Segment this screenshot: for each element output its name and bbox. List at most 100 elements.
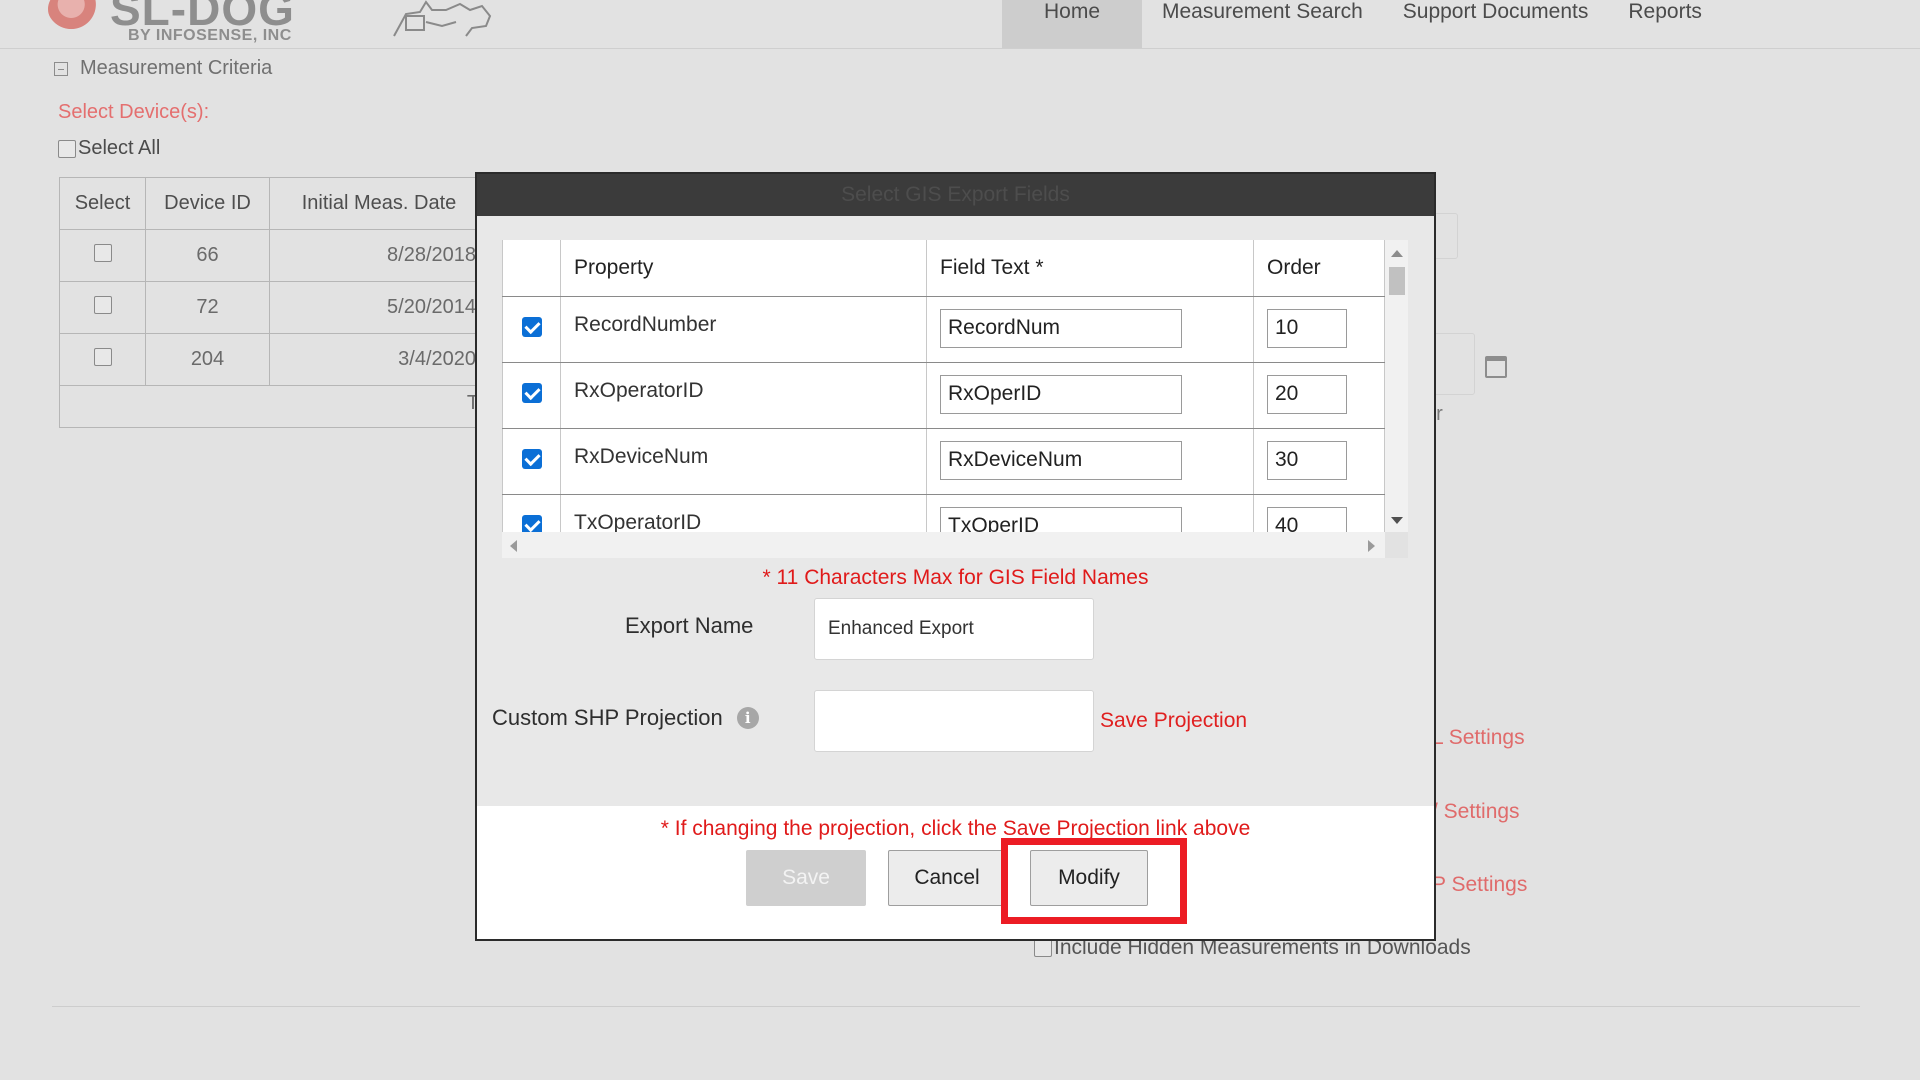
select-all-label: Select All (78, 137, 161, 159)
measurement-criteria-toggle[interactable]: Measurement Criteria (54, 57, 272, 80)
nav-home[interactable]: Home (1002, 0, 1142, 48)
property-cell: RxDeviceNum (560, 428, 927, 495)
export-fields-grid: Property Field Text * Order RecordNumber… (502, 240, 1408, 558)
collapse-icon[interactable] (54, 61, 68, 76)
col-initial-date: Initial Meas. Date (269, 177, 489, 230)
logo-swirl-icon (48, 0, 106, 32)
settings-link-3[interactable]: P Settings (1432, 873, 1527, 897)
table-row: 204 3/4/2020 (59, 333, 489, 386)
row-check-cell (502, 296, 561, 363)
projection-label-group: Custom SHP Projection i (492, 705, 759, 731)
calendar-icon[interactable] (1485, 356, 1507, 378)
date-cell: 3/4/2020 (269, 333, 489, 386)
horizontal-scrollbar[interactable] (502, 532, 1385, 558)
field-checkbox[interactable] (521, 316, 542, 337)
col-order: Order (1253, 240, 1385, 297)
order-input[interactable] (1267, 506, 1347, 532)
top-bar: SL-DOG BY INFOSENSE, INC Home Measuremen… (0, 0, 1920, 49)
col-device-id: Device ID (145, 177, 270, 230)
projection-note: * If changing the projection, click the … (660, 817, 1251, 840)
logo-subtitle: BY INFOSENSE, INC (128, 27, 292, 44)
modal-footer: * If changing the projection, click the … (477, 806, 1434, 939)
order-input[interactable] (1267, 440, 1347, 480)
order-cell (1253, 428, 1385, 495)
scroll-up-arrow-icon[interactable] (1391, 250, 1403, 257)
scrollbar-corner (1385, 532, 1408, 558)
select-all-checkbox[interactable] (58, 139, 76, 158)
table-row: RecordNumber (502, 296, 1385, 363)
property-cell: RecordNumber (560, 296, 927, 363)
logo[interactable]: SL-DOG BY INFOSENSE, INC (48, 0, 492, 48)
grid-viewport[interactable]: Property Field Text * Order RecordNumber… (502, 240, 1385, 532)
table-row: TxOperatorID (502, 494, 1385, 532)
measurement-criteria-label: Measurement Criteria (80, 57, 273, 79)
row-checkbox[interactable] (93, 243, 112, 262)
save-projection-link[interactable]: Save Projection (1100, 709, 1247, 733)
scroll-thumb[interactable] (1389, 267, 1405, 295)
cancel-button[interactable]: Cancel (888, 850, 1006, 906)
modal-title: Select GIS Export Fields (477, 174, 1434, 216)
select-all[interactable]: Select All (58, 137, 160, 160)
main-nav: Home Measurement Search Support Document… (1002, 0, 1722, 48)
info-icon[interactable]: i (736, 707, 759, 729)
dog-icon (386, 0, 506, 40)
settings-link-2[interactable]: / Settings (1432, 800, 1520, 824)
grid-header-row: Property Field Text * Order (502, 240, 1385, 297)
device-table: Select Device ID Initial Meas. Date 66 8… (59, 177, 489, 386)
export-name-input[interactable] (814, 598, 1094, 660)
order-input[interactable] (1267, 374, 1347, 414)
max-characters-note: * 11 Characters Max for GIS Field Names (762, 566, 1149, 589)
divider (52, 1006, 1860, 1007)
save-button[interactable]: Save (746, 850, 866, 906)
field-text-cell (926, 494, 1254, 532)
field-text-cell (926, 362, 1254, 429)
property-cell: TxOperatorID (560, 494, 927, 532)
field-text-cell (926, 296, 1254, 363)
vertical-scrollbar[interactable] (1385, 240, 1408, 532)
select-devices-label: Select Device(s): (58, 101, 210, 123)
nav-reports[interactable]: Reports (1608, 0, 1722, 48)
order-cell (1253, 362, 1385, 429)
row-select-cell (59, 281, 146, 334)
field-text-input[interactable] (940, 374, 1182, 414)
order-cell (1253, 494, 1385, 532)
field-checkbox[interactable] (521, 448, 542, 469)
projection-input[interactable] (814, 690, 1094, 752)
field-checkbox[interactable] (521, 514, 542, 532)
scroll-right-arrow-icon[interactable] (1368, 540, 1375, 552)
date-cell: 5/20/2014 (269, 281, 489, 334)
col-select: Select (59, 177, 146, 230)
modify-button[interactable]: Modify (1030, 850, 1148, 906)
table-row: RxOperatorID (502, 362, 1385, 429)
export-name-label: Export Name (625, 613, 754, 638)
scroll-down-arrow-icon[interactable] (1391, 517, 1403, 524)
projection-label: Custom SHP Projection (492, 705, 723, 730)
order-cell (1253, 296, 1385, 363)
table-row: RxDeviceNum (502, 428, 1385, 495)
order-input[interactable] (1267, 308, 1347, 348)
field-text-cell (926, 428, 1254, 495)
row-select-cell (59, 333, 146, 386)
field-text-input[interactable] (940, 308, 1182, 348)
col-property: Property (560, 240, 927, 297)
gis-export-modal: Select GIS Export Fields Property Field … (475, 172, 1436, 941)
nav-measurement-search[interactable]: Measurement Search (1142, 0, 1383, 48)
device-id-cell: 72 (145, 281, 270, 334)
field-checkbox[interactable] (521, 382, 542, 403)
field-text-input[interactable] (940, 506, 1182, 532)
row-select-cell (59, 229, 146, 282)
field-text-input[interactable] (940, 440, 1182, 480)
date-cell: 8/28/2018 (269, 229, 489, 282)
row-check-cell (502, 428, 561, 495)
export-fields-table: Property Field Text * Order RecordNumber… (502, 240, 1385, 532)
include-hidden-checkbox[interactable] (1034, 939, 1052, 957)
device-table-footer: To (59, 380, 489, 428)
settings-link-1[interactable]: L Settings (1432, 726, 1525, 750)
row-checkbox[interactable] (93, 295, 112, 314)
row-check-cell (502, 362, 561, 429)
col-check (502, 240, 561, 297)
row-checkbox[interactable] (93, 347, 112, 366)
scroll-left-arrow-icon[interactable] (510, 540, 517, 552)
device-id-cell: 66 (145, 229, 270, 282)
nav-support-documents[interactable]: Support Documents (1383, 0, 1609, 48)
